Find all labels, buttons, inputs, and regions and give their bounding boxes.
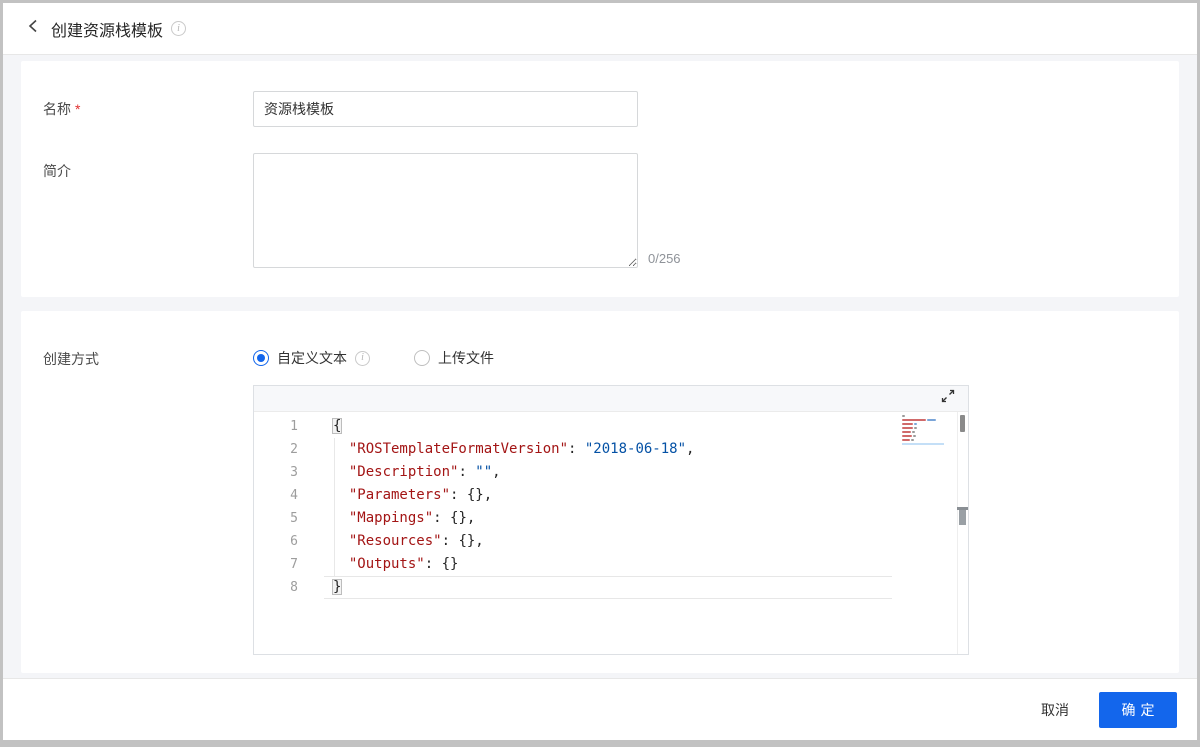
- name-field-row: 名称 *: [43, 91, 1159, 127]
- line-number: 8: [290, 580, 298, 595]
- line-number: 7: [290, 557, 298, 572]
- cancel-button[interactable]: 取消: [1041, 700, 1069, 720]
- page-footer: 取消 确定: [3, 678, 1197, 740]
- fullscreen-expand-button[interactable]: [940, 389, 956, 408]
- editor-scrollbar[interactable]: [957, 412, 968, 654]
- name-label-text: 名称: [43, 101, 71, 117]
- name-input[interactable]: [253, 91, 638, 127]
- line-content: "Outputs": {}: [348, 556, 459, 572]
- line-number: 3: [290, 465, 298, 480]
- expand-arrows-icon: [941, 389, 955, 408]
- code-line: 5 "Mappings": {},: [254, 507, 968, 530]
- description-label: 简介: [43, 163, 71, 179]
- editor-minimap[interactable]: [902, 415, 944, 445]
- line-number: 6: [290, 534, 298, 549]
- line-number: 2: [290, 442, 298, 457]
- code-line: 2 "ROSTemplateFormatVersion": "2018-06-1…: [254, 438, 968, 461]
- confirm-button[interactable]: 确定: [1099, 691, 1177, 728]
- title-info-icon[interactable]: i: [171, 21, 187, 36]
- radio-upload-file[interactable]: 上传文件: [414, 348, 494, 368]
- page-header: 创建资源栈模板 i: [3, 3, 1197, 55]
- radio-custom-text[interactable]: 自定义文本 i: [253, 348, 370, 368]
- page-title: 创建资源栈模板: [51, 22, 164, 40]
- minimap-current-line: [902, 443, 944, 445]
- basic-info-card: 名称* 简介 0/256: [21, 61, 1179, 297]
- editor-body[interactable]: 1{2 "ROSTemplateFormatVersion": "2018-06…: [254, 412, 968, 654]
- radio-custom-text-label: 自定义文本: [277, 350, 347, 366]
- creation-method-row: 创建方式 自定义文本 i 上传文件 1 {2 "ROSTemplateForm…: [43, 347, 1159, 655]
- radio-unselected-icon: [414, 350, 430, 366]
- required-asterisk: *: [75, 101, 81, 117]
- code-line: 8}: [254, 576, 968, 599]
- radio-group: 自定义文本 i 上传文件: [253, 347, 969, 369]
- code-lines: 1{2 "ROSTemplateFormatVersion": "2018-06…: [254, 415, 968, 599]
- code-line: 3 "Description": "",: [254, 461, 968, 484]
- code-line: 1{: [254, 415, 968, 438]
- editor-toolbar: [254, 386, 968, 412]
- radio-selected-icon: [253, 350, 269, 366]
- description-field-row: 简介 0/256: [43, 153, 1159, 268]
- custom-text-info-icon[interactable]: i: [355, 350, 370, 366]
- code-line: 6 "Resources": {},: [254, 530, 968, 553]
- code-line: 4 "Parameters": {},: [254, 484, 968, 507]
- line-content: {: [332, 418, 343, 434]
- creation-method-card: 创建方式 自定义文本 i 上传文件 1 {2 "ROSTemplateForm…: [21, 311, 1179, 673]
- create-stack-template-page: 创建资源栈模板 i 名称* 简介 0/256 创建方式: [0, 0, 1200, 747]
- line-number: 1: [290, 419, 298, 434]
- line-content: "Description": "",: [348, 464, 501, 480]
- name-label: 名称 *: [43, 99, 253, 119]
- line-content: "ROSTemplateFormatVersion": "2018-06-18"…: [348, 441, 695, 457]
- line-content: }: [332, 579, 343, 595]
- line-number: 5: [290, 511, 298, 526]
- line-content: "Mappings": {},: [348, 510, 476, 526]
- scrollbar-thumb-mid[interactable]: [957, 507, 968, 525]
- back-button[interactable]: [23, 19, 43, 39]
- radio-upload-file-label: 上传文件: [438, 350, 494, 366]
- code-line: 7 "Outputs": {}: [254, 553, 968, 576]
- template-code-editor: 1{2 "ROSTemplateFormatVersion": "2018-06…: [253, 385, 969, 655]
- description-textarea[interactable]: [253, 153, 638, 268]
- line-content: "Resources": {},: [348, 533, 484, 549]
- line-number: 4: [290, 488, 298, 503]
- scrollbar-thumb-top[interactable]: [960, 415, 965, 432]
- creation-method-control: 自定义文本 i 上传文件 1 {2 "ROSTemplateFormatVer…: [253, 347, 969, 655]
- chevron-left-icon: [27, 19, 39, 38]
- description-control: 0/256: [253, 153, 681, 268]
- char-counter: 0/256: [648, 251, 681, 266]
- line-content: "Parameters": {},: [348, 487, 493, 503]
- creation-method-label: 创建方式: [43, 351, 99, 367]
- page-body: 名称* 简介 0/256 创建方式 自定义: [3, 55, 1197, 673]
